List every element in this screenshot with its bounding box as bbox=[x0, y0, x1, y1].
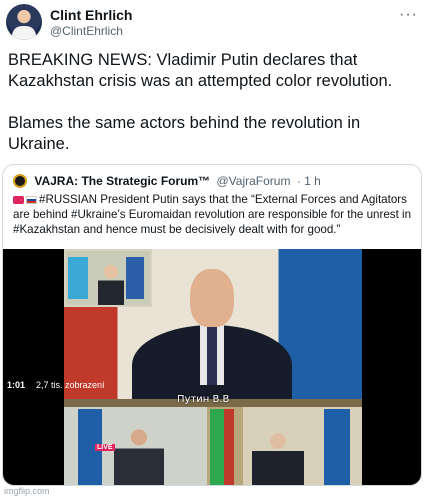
video-timer: 1:01 bbox=[7, 380, 26, 390]
author-name[interactable]: Clint Ehrlich bbox=[50, 7, 132, 23]
video-view-count: 2,7 tis. zobrazení bbox=[36, 380, 105, 390]
russia-flag-icon bbox=[26, 195, 37, 204]
video-caption: Путин В.В bbox=[177, 394, 230, 405]
quoted-tweet[interactable]: VAJRA: The Strategic Forum™ @VajraForum … bbox=[2, 164, 422, 486]
quoted-author-avatar bbox=[13, 173, 27, 188]
watermark: imgflip.com bbox=[4, 486, 50, 496]
tweet-header: Clint Ehrlich @ClintEhrlich ··· bbox=[6, 4, 422, 42]
more-options-icon[interactable]: ··· bbox=[399, 6, 418, 24]
quoted-author-name: VAJRA: The Strategic Forum™ bbox=[34, 173, 211, 188]
quoted-tweet-header: VAJRA: The Strategic Forum™ @VajraForum … bbox=[13, 173, 321, 191]
quoted-tweet-body: #RUSSIAN President Putin says that the “… bbox=[13, 193, 412, 236]
author-handle[interactable]: @ClintEhrlich bbox=[50, 24, 123, 38]
quoted-tweet-text: #RUSSIAN President Putin says that the “… bbox=[13, 192, 415, 237]
author-avatar[interactable] bbox=[6, 4, 42, 40]
siren-emoji-icon bbox=[13, 195, 24, 204]
tweet-paragraph-2: Blames the same actors behind the revolu… bbox=[8, 114, 361, 153]
quoted-tweet-time: · 1 h bbox=[296, 173, 321, 188]
live-badge: LIVE bbox=[95, 444, 115, 451]
video-main-speaker bbox=[132, 269, 292, 399]
tweet-text: BREAKING NEWS: Vladimir Putin declares t… bbox=[8, 50, 422, 176]
tweet-card: Clint Ehrlich @ClintEhrlich ··· BREAKING… bbox=[0, 0, 428, 500]
quoted-author-handle: @VajraForum bbox=[216, 173, 291, 188]
video-player[interactable]: Путин В.В bbox=[3, 249, 421, 485]
tweet-paragraph-1: BREAKING NEWS: Vladimir Putin declares t… bbox=[8, 51, 393, 90]
